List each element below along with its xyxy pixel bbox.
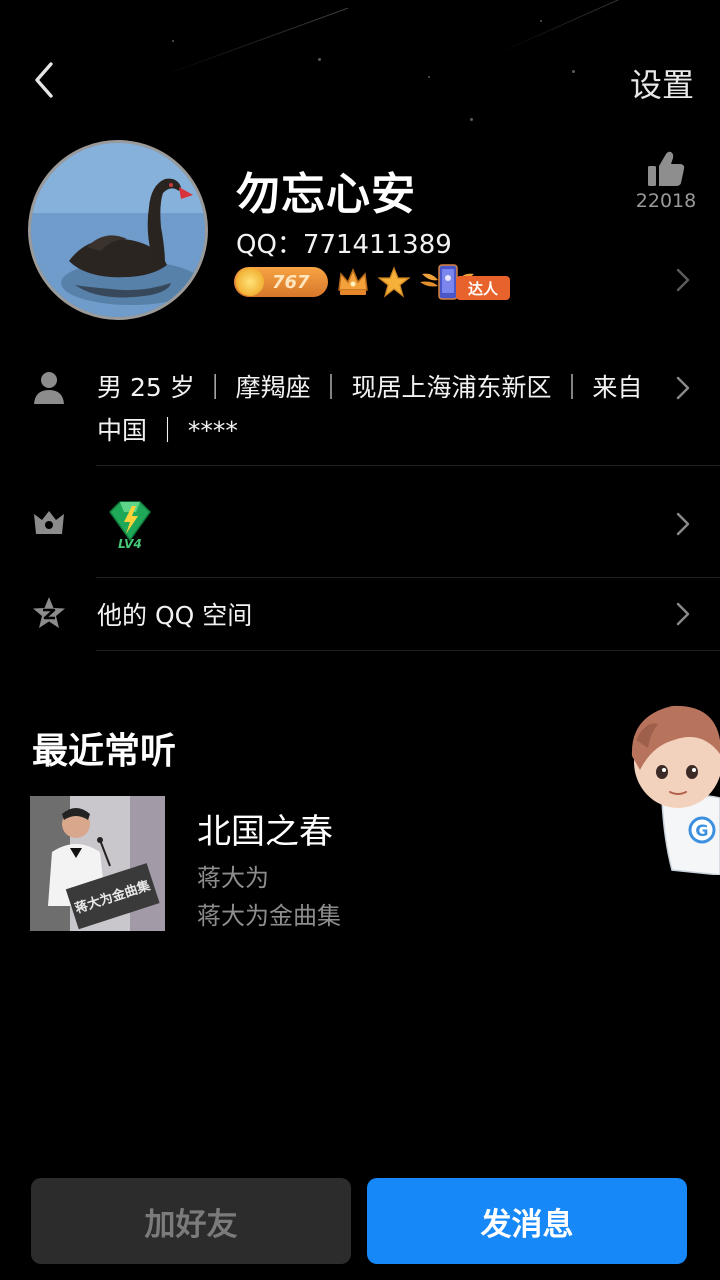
svg-text:G: G [695, 821, 708, 840]
recent-section-title: 最近常听 [32, 731, 177, 772]
qzone-label: 他的 QQ 空间 [97, 601, 253, 630]
qzone-row[interactable]: 他的 QQ 空间 [0, 592, 720, 638]
personal-info-row[interactable]: 男 25 岁 ｜ 摩羯座 ｜ 现居上海浦东新区 ｜ 来自中国 ｜ **** [0, 366, 720, 466]
thumbs-up-icon [648, 151, 685, 186]
vip-level-row[interactable]: LV4 [0, 496, 720, 556]
vip-level-label: LV4 [118, 537, 142, 550]
coin-level-badge[interactable]: 767 [234, 267, 328, 297]
divider [96, 650, 720, 651]
divider [96, 577, 720, 578]
coin-level-value: 767 [272, 271, 310, 293]
divider [96, 465, 720, 466]
send-message-button[interactable]: 发消息 [367, 1178, 687, 1264]
vip-chevron-right-icon [676, 512, 690, 536]
song-artist: 蒋大为 [197, 864, 269, 892]
nickname: 勿忘心安 [236, 169, 416, 220]
profile-screen: 设置 勿忘心安 QQ：771411389 767 达人 22018 男 25 岁… [0, 0, 720, 1280]
star-icon[interactable] [378, 266, 410, 298]
info-chevron-right-icon [676, 376, 690, 400]
vip-crown-icon [34, 511, 64, 534]
coin-icon [236, 268, 264, 296]
talent-badge[interactable]: 达人 [418, 262, 510, 302]
mascot-sticker[interactable]: G [622, 700, 720, 875]
back-button[interactable] [24, 58, 64, 102]
qq-number: QQ：771411389 [236, 230, 452, 260]
like-button[interactable]: 22018 [634, 150, 698, 212]
song-album: 蒋大为金曲集 [197, 902, 341, 930]
avatar[interactable] [28, 140, 208, 320]
lv4-diamond-icon: LV4 [109, 501, 151, 550]
person-icon [34, 372, 64, 404]
like-count: 22018 [635, 190, 697, 212]
settings-button[interactable]: 设置 [630, 60, 694, 106]
badge-row[interactable]: 767 达人 [234, 262, 510, 302]
qzone-chevron-right-icon [676, 602, 690, 626]
crown-icon[interactable] [336, 266, 370, 298]
chevron-left-icon [35, 62, 53, 98]
album-cover-art: 蒋大为金曲集 [30, 796, 165, 931]
qzone-star-icon [33, 597, 65, 628]
talent-tag: 达人 [456, 276, 510, 300]
profile-chevron-right-icon[interactable] [676, 268, 690, 292]
personal-info-text: 男 25 岁 ｜ 摩羯座 ｜ 现居上海浦东新区 ｜ 来自中国 ｜ **** [97, 373, 643, 445]
song-title[interactable]: 北国之春 [197, 804, 333, 853]
black-swan-photo [31, 143, 205, 317]
add-friend-button[interactable]: 加好友 [31, 1178, 351, 1264]
album-cover[interactable]: 蒋大为金曲集 [30, 796, 165, 931]
